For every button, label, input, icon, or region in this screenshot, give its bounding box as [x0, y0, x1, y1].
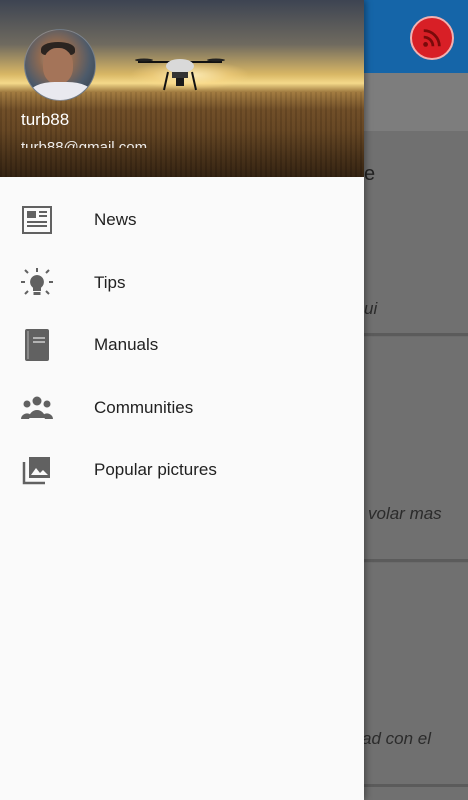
drawer-item-tips[interactable]: Tips [0, 252, 364, 315]
group-icon [20, 391, 54, 425]
drawer-item-communities[interactable]: Communities [0, 377, 364, 440]
rss-button[interactable] [410, 16, 454, 60]
card-title-fragment: e [364, 163, 376, 185]
drone-image [135, 58, 225, 91]
lightbulb-icon [20, 266, 54, 300]
drawer-item-label: Communities [94, 397, 194, 417]
book-icon [20, 328, 54, 362]
card-text-fragment: ui [364, 299, 378, 318]
header-shade [0, 130, 364, 177]
drawer-header: turb88 turb88@gmail.com [0, 0, 364, 177]
card-text-fragment: volar mas [368, 504, 442, 523]
drawer-item-label: Popular pictures [94, 460, 217, 480]
username: turb88 [21, 110, 70, 129]
navigation-drawer: turb88 turb88@gmail.com News Tips Manual… [0, 0, 364, 800]
drawer-item-news[interactable]: News [0, 189, 364, 252]
drawer-item-manuals[interactable]: Manuals [0, 314, 364, 377]
user-email: turb88@gmail.com [21, 139, 148, 148]
drawer-menu: News Tips Manuals Communities Popular pi… [0, 189, 364, 502]
rss-icon [423, 29, 441, 47]
card-text-fragment: ad con el [362, 729, 431, 748]
drawer-item-label: Tips [94, 272, 126, 292]
drawer-item-popular-pictures[interactable]: Popular pictures [0, 439, 364, 502]
photo-library-icon [20, 453, 54, 487]
avatar[interactable] [24, 29, 96, 101]
newspaper-icon [20, 203, 54, 237]
drawer-item-label: Manuals [94, 335, 159, 355]
drawer-item-label: News [94, 210, 137, 230]
